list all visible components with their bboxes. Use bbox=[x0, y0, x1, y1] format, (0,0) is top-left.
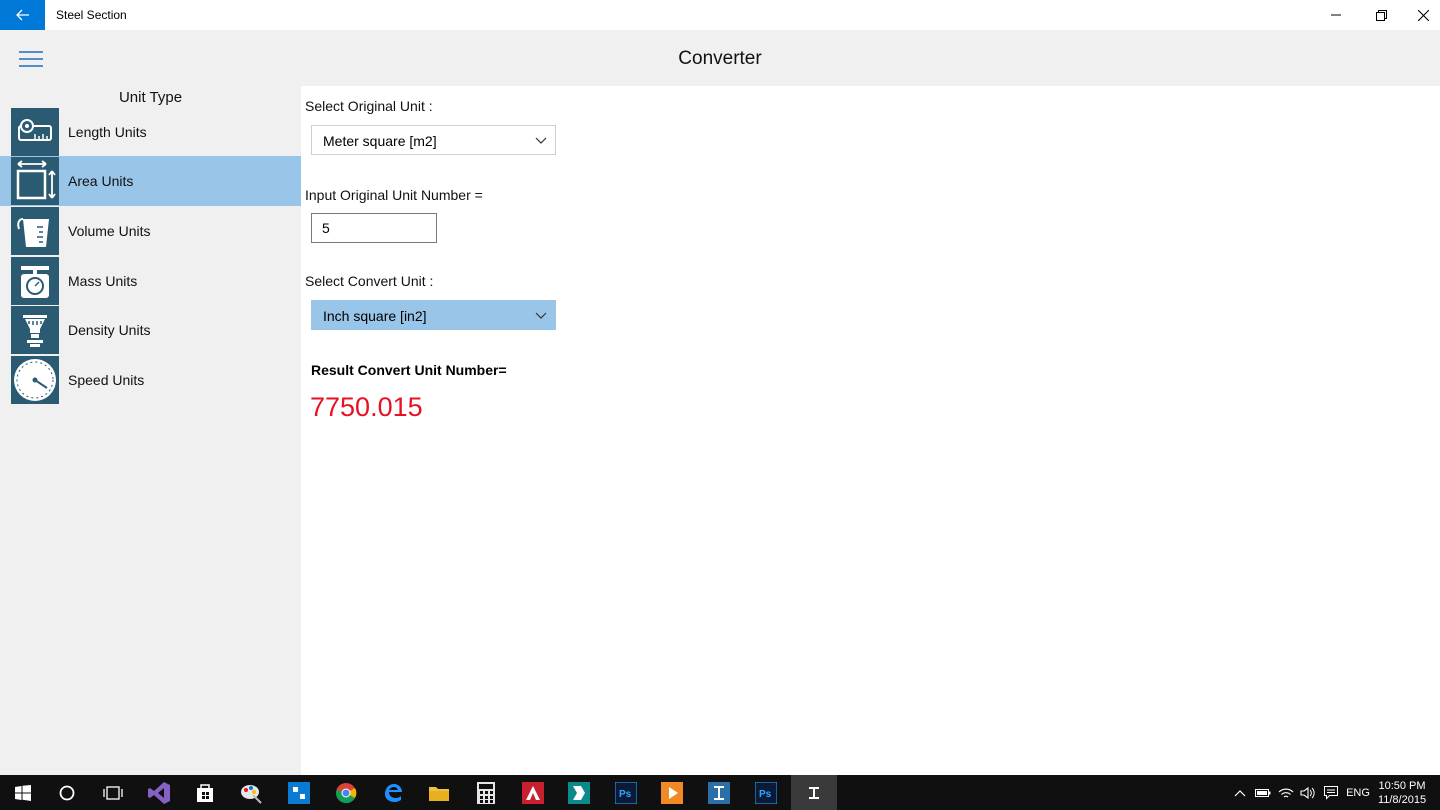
visual-studio-taskbar-button[interactable] bbox=[136, 775, 182, 810]
chevron-up-icon bbox=[1234, 789, 1246, 796]
funnel-icon bbox=[11, 306, 59, 354]
steel-section-taskbar-button-active[interactable] bbox=[791, 775, 837, 810]
edge-icon bbox=[385, 783, 402, 802]
close-icon bbox=[1417, 9, 1429, 21]
search-button[interactable] bbox=[44, 775, 90, 810]
svg-text:Ps: Ps bbox=[619, 789, 632, 800]
task-view-icon bbox=[103, 785, 123, 800]
result-label: Result Convert Unit Number= bbox=[311, 362, 507, 378]
restore-button[interactable] bbox=[1358, 0, 1404, 30]
original-unit-label: Select Original Unit : bbox=[305, 98, 433, 114]
show-hidden-icons-button[interactable] bbox=[1230, 775, 1250, 810]
battery-button[interactable] bbox=[1252, 775, 1274, 810]
sidebar-item-label: Density Units bbox=[68, 322, 151, 338]
minimize-icon bbox=[1331, 14, 1341, 16]
converter-panel: Select Original Unit : Meter square [m2]… bbox=[301, 86, 1440, 775]
chevron-down-icon bbox=[535, 137, 547, 144]
sidebar-item-label: Mass Units bbox=[68, 273, 138, 289]
photoshop-icon: Ps bbox=[615, 781, 637, 804]
task-view-button[interactable] bbox=[90, 775, 136, 810]
action-center-button[interactable] bbox=[1320, 775, 1342, 810]
sidebar-item-mass[interactable]: Mass Units bbox=[0, 256, 301, 306]
volume-button[interactable] bbox=[1297, 775, 1319, 810]
chrome-icon bbox=[336, 782, 357, 803]
sidebar-item-label: Volume Units bbox=[68, 223, 151, 239]
taskbar: Ps Ps ENG 10:50 PM 11/8/2015 bbox=[0, 775, 1440, 810]
app-header: Converter bbox=[0, 30, 1440, 86]
convert-unit-label: Select Convert Unit : bbox=[305, 273, 434, 289]
windows-logo-icon bbox=[15, 784, 31, 801]
battery-icon bbox=[1255, 788, 1271, 797]
close-button[interactable] bbox=[1400, 0, 1440, 30]
back-button[interactable] bbox=[0, 0, 45, 30]
original-unit-value: Meter square [m2] bbox=[323, 133, 437, 149]
start-button[interactable] bbox=[0, 775, 46, 810]
sidebar-item-label: Speed Units bbox=[68, 372, 145, 388]
media-player-taskbar-button[interactable] bbox=[649, 775, 695, 810]
i-beam-icon bbox=[809, 786, 819, 799]
cortana-circle-icon bbox=[59, 785, 75, 800]
scale-icon bbox=[11, 257, 59, 305]
sidebar: Unit Type Length Units Area Units Volume… bbox=[0, 86, 301, 775]
speedometer-icon bbox=[11, 356, 59, 404]
clock-date: 11/8/2015 bbox=[1377, 794, 1427, 806]
convert-unit-value: Inch square [in2] bbox=[323, 308, 427, 324]
notification-icon bbox=[1324, 785, 1338, 800]
store-taskbar-button[interactable] bbox=[182, 775, 228, 810]
steel-section-taskbar-button-1[interactable] bbox=[696, 775, 742, 810]
result-value: 7750.015 bbox=[310, 392, 423, 422]
calculator-icon bbox=[477, 781, 495, 804]
area-icon bbox=[11, 157, 59, 205]
input-unit-label: Input Original Unit Number = bbox=[305, 187, 483, 203]
calculator-taskbar-button[interactable] bbox=[463, 775, 509, 810]
page-title: Converter bbox=[678, 48, 762, 69]
sidebar-item-speed[interactable]: Speed Units bbox=[0, 355, 301, 405]
minimize-button[interactable] bbox=[1313, 0, 1359, 30]
clock-time: 10:50 PM bbox=[1378, 780, 1426, 792]
chevron-down-icon bbox=[535, 312, 547, 319]
sidebar-item-area[interactable]: Area Units bbox=[0, 156, 301, 206]
photoshop-taskbar-button-1[interactable]: Ps bbox=[603, 775, 649, 810]
sidebar-item-label: Area Units bbox=[68, 173, 134, 189]
file-explorer-taskbar-button[interactable] bbox=[416, 775, 462, 810]
original-unit-dropdown[interactable]: Meter square [m2] bbox=[311, 125, 556, 155]
app-taskbar-button-blue[interactable] bbox=[276, 775, 322, 810]
wifi-button[interactable] bbox=[1275, 775, 1297, 810]
window-title: Steel Section bbox=[56, 8, 127, 22]
autocad-icon bbox=[522, 781, 544, 804]
edge-taskbar-button[interactable] bbox=[370, 775, 416, 810]
paint-taskbar-button[interactable] bbox=[228, 775, 274, 810]
tape-measure-icon bbox=[11, 108, 59, 156]
store-bag-icon bbox=[197, 783, 213, 802]
teal-app-icon bbox=[568, 781, 590, 804]
photoshop-taskbar-button-2[interactable]: Ps bbox=[743, 775, 789, 810]
visual-studio-icon bbox=[148, 781, 170, 804]
sidebar-item-volume[interactable]: Volume Units bbox=[0, 206, 301, 256]
i-beam-icon bbox=[708, 781, 730, 804]
photoshop-icon: Ps bbox=[755, 781, 777, 804]
wifi-icon bbox=[1278, 788, 1294, 798]
blue-app-icon bbox=[288, 781, 310, 804]
measuring-cup-icon bbox=[11, 207, 59, 255]
title-bar: Steel Section bbox=[0, 0, 1440, 30]
restore-icon bbox=[1375, 9, 1387, 21]
app-taskbar-button-teal[interactable] bbox=[556, 775, 602, 810]
sidebar-heading: Unit Type bbox=[118, 89, 183, 106]
speaker-icon bbox=[1300, 786, 1315, 799]
unit-number-input[interactable]: 5 bbox=[311, 213, 437, 243]
sidebar-item-density[interactable]: Density Units bbox=[0, 305, 301, 355]
sidebar-item-length[interactable]: Length Units bbox=[0, 107, 301, 157]
media-player-icon bbox=[661, 781, 683, 804]
sidebar-item-label: Length Units bbox=[68, 124, 147, 140]
back-arrow-icon bbox=[15, 9, 29, 21]
folder-icon bbox=[429, 786, 449, 801]
svg-text:Ps: Ps bbox=[759, 789, 772, 800]
clock[interactable]: 10:50 PM 11/8/2015 bbox=[1372, 779, 1432, 807]
paint-palette-icon bbox=[241, 784, 262, 804]
chrome-taskbar-button[interactable] bbox=[323, 775, 369, 810]
autocad-taskbar-button[interactable] bbox=[510, 775, 556, 810]
convert-unit-dropdown[interactable]: Inch square [in2] bbox=[311, 300, 556, 330]
language-indicator[interactable]: ENG bbox=[1344, 775, 1372, 810]
